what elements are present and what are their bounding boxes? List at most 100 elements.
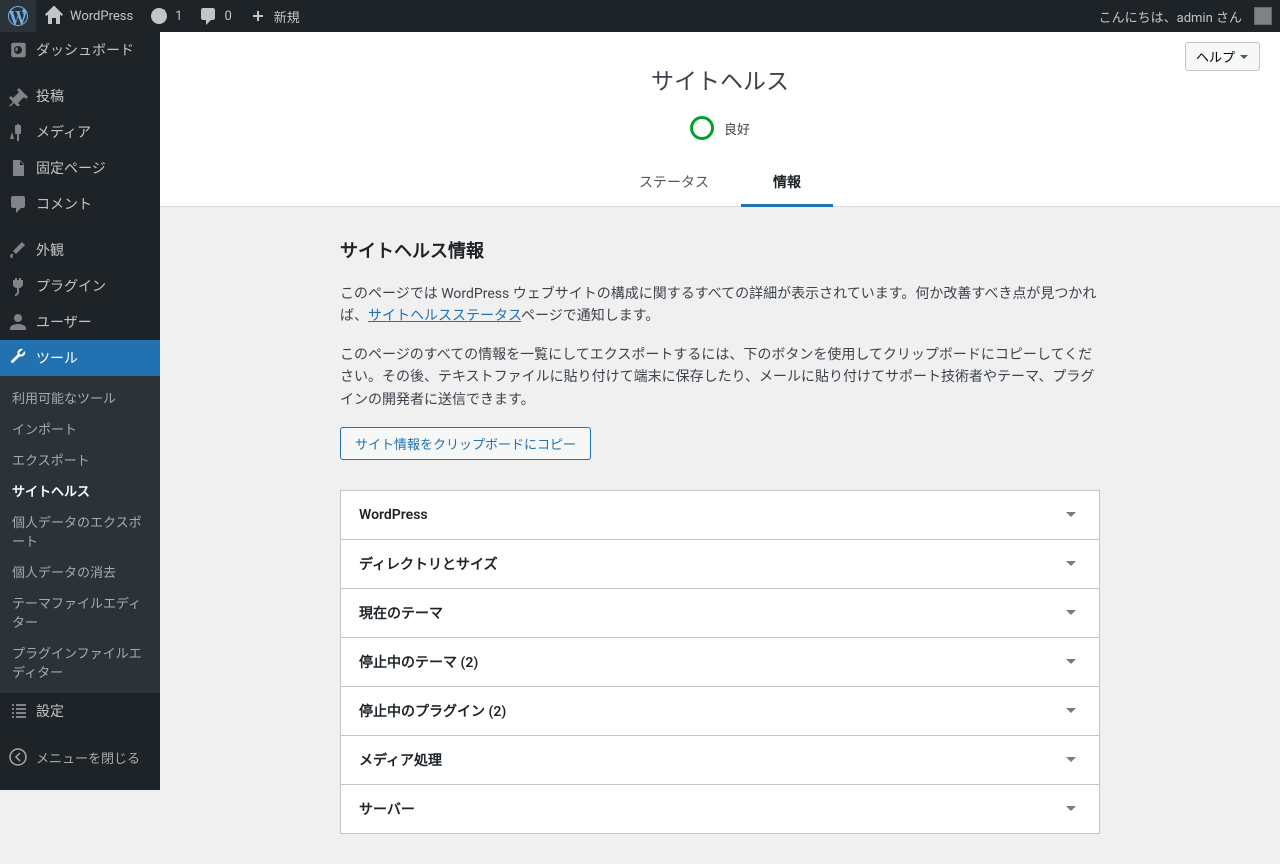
health-status: 良好 bbox=[160, 116, 1280, 140]
health-circle-icon bbox=[690, 116, 714, 140]
site-health-status-link[interactable]: サイトヘルスステータス bbox=[368, 308, 521, 324]
sidebar-label: 外観 bbox=[36, 240, 64, 260]
description-1: このページでは WordPress ウェブサイトの構成に関するすべての詳細が表示… bbox=[340, 283, 1100, 328]
submenu-available-tools[interactable]: 利用可能なツール bbox=[0, 382, 160, 413]
accordion-inactive-themes[interactable]: 停止中のテーマ (2) bbox=[341, 638, 1099, 687]
sidebar-label: コメント bbox=[36, 194, 92, 214]
tools-icon bbox=[8, 348, 28, 368]
sidebar-item-posts[interactable]: 投稿 bbox=[0, 78, 160, 114]
menu-separator bbox=[0, 222, 160, 232]
accordion-media-handling[interactable]: メディア処理 bbox=[341, 736, 1099, 785]
sidebar-item-users[interactable]: ユーザー bbox=[0, 304, 160, 340]
sidebar-item-tools[interactable]: ツール bbox=[0, 340, 160, 376]
sidebar-label: ツール bbox=[36, 348, 78, 368]
plus-icon bbox=[248, 6, 268, 26]
description-2: このページのすべての情報を一覧にしてエクスポートするには、下のボタンを使用してク… bbox=[340, 344, 1100, 411]
page-icon bbox=[8, 158, 28, 178]
accordion-server[interactable]: サーバー bbox=[341, 785, 1099, 834]
toolbar-right: こんにちは、admin さん bbox=[1091, 0, 1280, 32]
avatar bbox=[1254, 7, 1272, 25]
desc1-text-b: ページで通知します。 bbox=[521, 308, 659, 324]
chevron-down-icon bbox=[1061, 603, 1081, 623]
home-icon bbox=[44, 6, 64, 26]
chevron-down-icon bbox=[1061, 554, 1081, 574]
content-body: サイトヘルス情報 このページでは WordPress ウェブサイトの構成に関する… bbox=[320, 207, 1120, 864]
greeting-text: こんにちは、admin さん bbox=[1099, 7, 1242, 26]
submenu-export-personal[interactable]: 個人データのエクスポート bbox=[0, 506, 160, 556]
copy-clipboard-button[interactable]: サイト情報をクリップボードにコピー bbox=[340, 427, 591, 460]
sidebar-label: 投稿 bbox=[36, 86, 64, 106]
submenu-export[interactable]: エクスポート bbox=[0, 444, 160, 475]
tab-info[interactable]: 情報 bbox=[741, 160, 833, 207]
accordion-label: サーバー bbox=[359, 799, 415, 819]
accordion-label: WordPress bbox=[359, 507, 428, 523]
media-icon bbox=[8, 122, 28, 142]
user-greeting[interactable]: こんにちは、admin さん bbox=[1091, 0, 1280, 32]
main-content: ヘルプ サイトヘルス 良好 ステータス 情報 サイトヘルス情報 このページでは … bbox=[160, 32, 1280, 864]
sidebar-item-settings[interactable]: 設定 bbox=[0, 693, 160, 729]
chevron-down-icon bbox=[1061, 750, 1081, 770]
tools-submenu: 利用可能なツール インポート エクスポート サイトヘルス 個人データのエクスポー… bbox=[0, 376, 160, 693]
site-name-text: WordPress bbox=[70, 9, 133, 24]
info-accordion: WordPress ディレクトリとサイズ 現在のテーマ 停止中のテーマ (2) … bbox=[340, 490, 1100, 834]
collapse-menu-button[interactable]: メニューを閉じる bbox=[0, 739, 160, 775]
wp-logo[interactable] bbox=[0, 0, 36, 32]
collapse-icon bbox=[8, 747, 28, 767]
sidebar-label: 設定 bbox=[36, 701, 64, 721]
comments-count: 0 bbox=[224, 9, 231, 24]
comment-icon bbox=[198, 6, 218, 26]
sidebar-item-comments[interactable]: コメント bbox=[0, 186, 160, 222]
submenu-theme-editor[interactable]: テーマファイルエディター bbox=[0, 587, 160, 637]
sidebar-item-media[interactable]: メディア bbox=[0, 114, 160, 150]
chevron-down-icon bbox=[1061, 505, 1081, 525]
help-label: ヘルプ bbox=[1196, 47, 1235, 66]
accordion-inactive-plugins[interactable]: 停止中のプラグイン (2) bbox=[341, 687, 1099, 736]
page-header: ヘルプ サイトヘルス 良好 ステータス 情報 bbox=[160, 32, 1280, 207]
submenu-site-health[interactable]: サイトヘルス bbox=[0, 475, 160, 506]
sidebar-label: ユーザー bbox=[36, 312, 92, 332]
accordion-label: ディレクトリとサイズ bbox=[359, 554, 498, 574]
tab-status[interactable]: ステータス bbox=[607, 160, 741, 206]
accordion-label: 現在のテーマ bbox=[359, 603, 443, 623]
new-content-link[interactable]: 新規 bbox=[240, 0, 308, 32]
pin-icon bbox=[8, 86, 28, 106]
chevron-down-icon bbox=[1061, 701, 1081, 721]
sidebar-label: プラグイン bbox=[36, 276, 106, 296]
admin-sidebar: ダッシュボード 投稿 メディア 固定ページ コメント 外観 プラグイン ユーザー… bbox=[0, 32, 160, 790]
user-icon bbox=[8, 312, 28, 332]
caret-down-icon bbox=[1239, 52, 1249, 62]
help-button[interactable]: ヘルプ bbox=[1185, 42, 1260, 71]
tabs-nav: ステータス 情報 bbox=[160, 160, 1280, 207]
submenu-plugin-editor[interactable]: プラグインファイルエディター bbox=[0, 637, 160, 687]
updates-count: 1 bbox=[175, 9, 182, 24]
submenu-erase-personal[interactable]: 個人データの消去 bbox=[0, 556, 160, 587]
updates-link[interactable]: 1 bbox=[141, 0, 190, 32]
dashboard-icon bbox=[8, 40, 28, 60]
plugin-icon bbox=[8, 276, 28, 296]
site-name-link[interactable]: WordPress bbox=[36, 0, 141, 32]
submenu-import[interactable]: インポート bbox=[0, 413, 160, 444]
update-icon bbox=[149, 6, 169, 26]
menu-separator bbox=[0, 68, 160, 78]
menu-separator bbox=[0, 729, 160, 739]
section-heading: サイトヘルス情報 bbox=[340, 237, 1100, 263]
accordion-directories[interactable]: ディレクトリとサイズ bbox=[341, 540, 1099, 589]
accordion-label: 停止中のプラグイン (2) bbox=[359, 701, 506, 721]
sidebar-item-pages[interactable]: 固定ページ bbox=[0, 150, 160, 186]
admin-toolbar: WordPress 1 0 新規 こんにちは、admin さん bbox=[0, 0, 1280, 32]
sidebar-item-dashboard[interactable]: ダッシュボード bbox=[0, 32, 160, 68]
accordion-label: 停止中のテーマ (2) bbox=[359, 652, 478, 672]
sidebar-label: メディア bbox=[36, 122, 91, 142]
accordion-active-theme[interactable]: 現在のテーマ bbox=[341, 589, 1099, 638]
chevron-down-icon bbox=[1061, 652, 1081, 672]
chevron-down-icon bbox=[1061, 799, 1081, 819]
brush-icon bbox=[8, 240, 28, 260]
accordion-label: メディア処理 bbox=[359, 750, 442, 770]
wordpress-icon bbox=[8, 6, 28, 26]
sidebar-item-appearance[interactable]: 外観 bbox=[0, 232, 160, 268]
new-label: 新規 bbox=[274, 7, 300, 26]
sidebar-item-plugins[interactable]: プラグイン bbox=[0, 268, 160, 304]
collapse-label: メニューを閉じる bbox=[36, 748, 140, 767]
comments-link[interactable]: 0 bbox=[190, 0, 239, 32]
accordion-wordpress[interactable]: WordPress bbox=[341, 491, 1099, 540]
